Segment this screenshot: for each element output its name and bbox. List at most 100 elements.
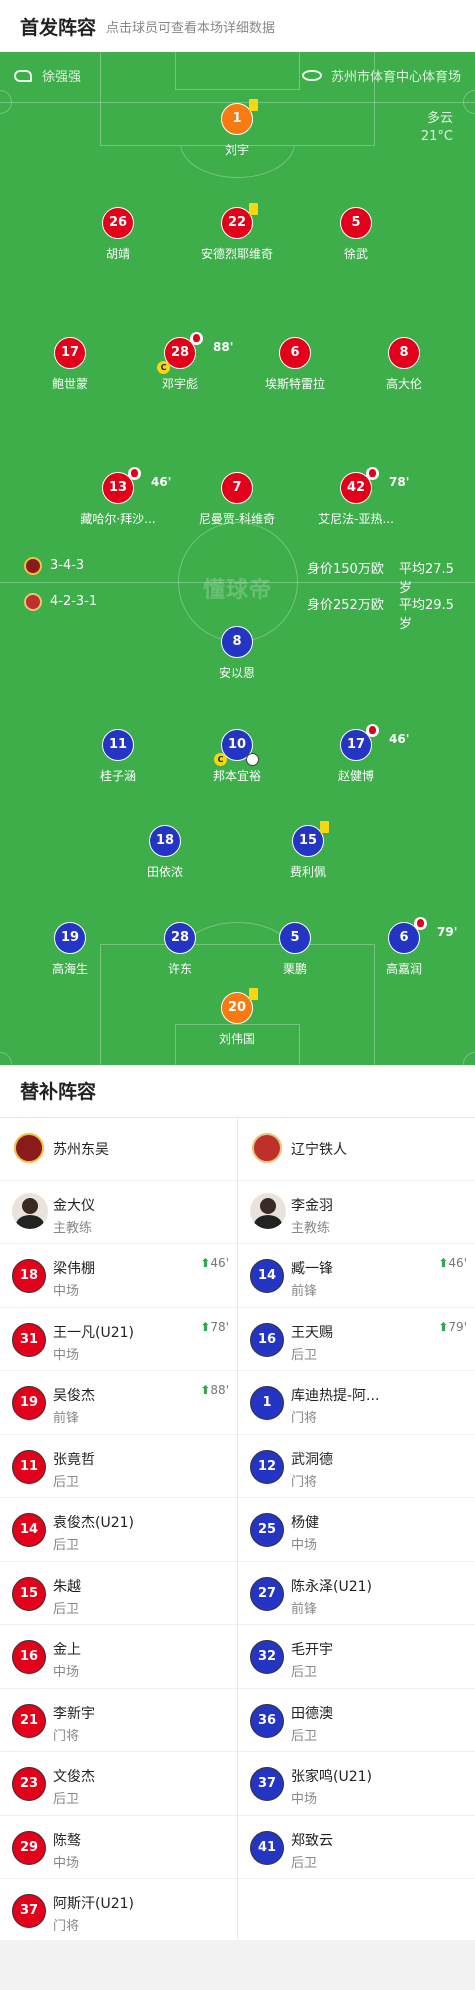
player-marker[interactable]: 13 46' 藏哈尔·拜沙... bbox=[63, 467, 173, 527]
player-marker[interactable]: 19 高海生 bbox=[15, 922, 125, 977]
player-marker[interactable]: 20 刘伟国 bbox=[182, 988, 292, 1047]
player-marker[interactable]: 8 高大伦 bbox=[349, 337, 459, 392]
yellow-card-icon bbox=[320, 821, 329, 833]
sub-player-row[interactable]: 14 袁俊杰(U21) 后卫 bbox=[0, 1498, 237, 1562]
player-number: 17 46' bbox=[340, 724, 409, 761]
player-number: 37 bbox=[250, 1767, 284, 1801]
player-number: 31 bbox=[12, 1322, 46, 1357]
player-name: 陈永泽(U21) bbox=[291, 1578, 372, 1595]
sub-in-time: 78' bbox=[210, 1319, 229, 1334]
player-name: 吴俊杰 bbox=[53, 1388, 95, 1404]
player-name: 赵健博 bbox=[337, 769, 374, 783]
sub-player-row[interactable]: 18 梁伟棚 中场 ⬆46' bbox=[0, 1244, 237, 1308]
captain-icon: C bbox=[157, 361, 170, 374]
home-team-row[interactable]: 苏州东吴 bbox=[0, 1117, 237, 1181]
player-marker[interactable]: 8 安以恩 bbox=[182, 626, 292, 681]
sub-player-row[interactable]: 16 王天赐 后卫 ⬆79' bbox=[238, 1308, 475, 1371]
player-marker[interactable]: 1 刘宇 bbox=[182, 99, 292, 158]
sub-player-row[interactable]: 1 库迪热提-阿... 门将 bbox=[238, 1371, 475, 1435]
sub-player-row[interactable]: 37 张家鸣(U21) 中场 bbox=[238, 1752, 475, 1816]
coach-role: 主教练 bbox=[53, 1220, 93, 1236]
player-number: 5 bbox=[340, 207, 372, 239]
avatar bbox=[12, 1192, 48, 1229]
player-marker[interactable]: 28 许东 bbox=[125, 922, 235, 977]
player-marker[interactable]: 18 田依浓 bbox=[110, 825, 220, 880]
sub-player-row[interactable]: 27 陈永泽(U21) 前锋 bbox=[238, 1562, 475, 1625]
player-number: 8 bbox=[388, 337, 420, 369]
player-number: 6 79' bbox=[388, 917, 457, 954]
player-number: 23 bbox=[12, 1767, 46, 1801]
player-number: 18 bbox=[149, 825, 181, 857]
player-position: 后卫 bbox=[291, 1728, 318, 1744]
substitution-icon bbox=[366, 467, 379, 480]
home-coach-row[interactable]: 金大仪 主教练 bbox=[0, 1181, 237, 1244]
player-name: 文俊杰 bbox=[53, 1769, 95, 1785]
player-marker[interactable]: 42 78' 艾尼法-亚热... bbox=[301, 467, 411, 527]
bottom-spacer bbox=[0, 1940, 475, 1990]
away-team-name: 辽宁铁人 bbox=[291, 1142, 347, 1158]
player-position: 门将 bbox=[53, 1919, 80, 1934]
player-name: 毛开宇 bbox=[291, 1642, 333, 1658]
player-name: 张竟哲 bbox=[53, 1451, 95, 1468]
player-number: 37 bbox=[12, 1894, 46, 1928]
player-marker[interactable]: 17 46' 赵健博 bbox=[301, 724, 411, 784]
home-value: 身价150万欧 bbox=[307, 562, 384, 577]
sub-player-row[interactable]: 29 陈骜 中场 bbox=[0, 1816, 237, 1879]
sub-player-row[interactable]: 36 田德澳 后卫 bbox=[238, 1689, 475, 1752]
player-marker[interactable]: 22 安德烈耶维奇 bbox=[182, 203, 292, 262]
player-marker[interactable]: 10 C 邦本宜裕 bbox=[182, 729, 292, 784]
sub-player-row[interactable]: 25 杨健 中场 bbox=[238, 1498, 475, 1562]
player-marker[interactable]: 6 埃斯特雷拉 bbox=[240, 337, 350, 392]
away-coach-row[interactable]: 李金羽 主教练 bbox=[238, 1181, 475, 1244]
player-marker[interactable]: 5 徐武 bbox=[301, 207, 411, 262]
home-subs-column: 苏州东吴 金大仪 主教练 18 梁伟棚 中场 ⬆46' 31 王一凡(U21) 中场 ⬆78'… bbox=[0, 1117, 237, 1943]
sub-player-row[interactable]: 16 金上 中场 bbox=[0, 1625, 237, 1689]
player-position: 后卫 bbox=[53, 1538, 80, 1553]
player-marker[interactable]: 28 88' C 邓宇彪 bbox=[125, 332, 235, 392]
sub-player-row[interactable]: 14 臧一锋 前锋 ⬆46' bbox=[238, 1244, 475, 1308]
substitution-time: 79' bbox=[437, 925, 458, 939]
sub-player-row[interactable]: 32 毛开宇 后卫 bbox=[238, 1625, 475, 1689]
player-marker[interactable]: 26 胡靖 bbox=[63, 207, 173, 262]
player-name: 朱越 bbox=[53, 1578, 81, 1595]
sub-player-row[interactable]: 31 王一凡(U21) 中场 ⬆78' bbox=[0, 1308, 237, 1371]
away-team-row[interactable]: 辽宁铁人 bbox=[238, 1117, 475, 1181]
player-marker[interactable]: 11 桂子涵 bbox=[63, 729, 173, 784]
player-number: 10 C bbox=[214, 729, 259, 766]
player-number: 28 bbox=[164, 922, 196, 954]
home-team-badge bbox=[24, 557, 42, 575]
player-marker[interactable]: 6 79' 高嘉润 bbox=[349, 917, 459, 977]
player-marker[interactable]: 15 费利佩 bbox=[253, 821, 363, 880]
stadium-icon bbox=[301, 70, 322, 81]
player-number: 28 88' C bbox=[157, 332, 233, 374]
venue: 苏州市体育中心体育场 bbox=[301, 66, 461, 85]
sub-in-time: 88' bbox=[210, 1383, 229, 1397]
player-name: 田德澳 bbox=[291, 1705, 333, 1722]
player-name: 高海生 bbox=[51, 962, 88, 976]
away-team-logo bbox=[252, 1133, 282, 1163]
player-position: 前锋 bbox=[291, 1601, 318, 1617]
player-name: 埃斯特雷拉 bbox=[264, 377, 325, 391]
away-team-badge bbox=[24, 593, 42, 611]
sub-player-row[interactable]: 12 武洞德 门将 bbox=[238, 1435, 475, 1498]
sub-player-row[interactable]: 41 郑致云 后卫 bbox=[238, 1816, 475, 1879]
player-name: 阿斯汗(U21) bbox=[53, 1896, 134, 1912]
player-marker[interactable]: 5 栗鹏 bbox=[240, 922, 350, 977]
sub-in-icon: ⬆ bbox=[438, 1256, 449, 1270]
sub-player-row[interactable]: 15 朱越 后卫 bbox=[0, 1562, 237, 1625]
player-marker[interactable]: 17 鲍世蒙 bbox=[15, 337, 125, 392]
sub-player-row[interactable]: 11 张竟哲 后卫 bbox=[0, 1435, 237, 1498]
sub-player-row[interactable]: 23 文俊杰 后卫 bbox=[0, 1752, 237, 1816]
player-name: 胡靖 bbox=[105, 247, 130, 261]
sub-player-row[interactable]: 37 阿斯汗(U21) 门将 bbox=[0, 1879, 237, 1943]
player-number: 25 bbox=[250, 1513, 284, 1547]
player-name: 徐武 bbox=[343, 247, 368, 261]
sub-player-row[interactable]: 21 李新宇 门将 bbox=[0, 1689, 237, 1752]
sub-event: ⬆46' bbox=[438, 1256, 467, 1270]
player-name: 尼曼贾-科维奇 bbox=[198, 512, 276, 526]
player-marker[interactable]: 7 尼曼贾-科维奇 bbox=[182, 472, 292, 527]
player-name: 田依浓 bbox=[146, 865, 183, 879]
player-position: 前锋 bbox=[291, 1284, 318, 1299]
sub-player-row[interactable]: 19 吴俊杰 前锋 ⬆88' bbox=[0, 1371, 237, 1435]
substitution-icon bbox=[190, 332, 203, 345]
